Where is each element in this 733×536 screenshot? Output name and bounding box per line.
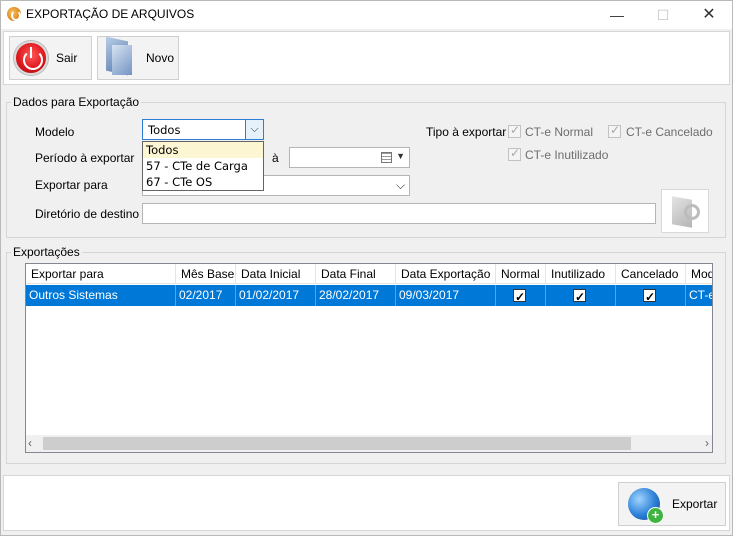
cell-exportar-para: Outros Sistemas — [26, 285, 176, 306]
dados-legend: Dados para Exportação — [11, 95, 142, 109]
cell-mod: CT-e — [686, 285, 712, 306]
exportacoes-grid[interactable]: Exportar para Mês Base Data Inicial Data… — [25, 263, 713, 453]
chevron-down-icon[interactable]: ⌵ — [245, 120, 263, 139]
exportar-button[interactable]: Exportar — [618, 482, 726, 526]
modelo-select[interactable]: Todos ⌵ — [142, 119, 264, 140]
ct-e-normal-checkbox[interactable] — [508, 123, 521, 138]
globe-add-icon — [628, 488, 664, 524]
novo-label: Novo — [146, 51, 175, 65]
calendar-icon[interactable] — [381, 152, 392, 163]
periodo-label: Período à exportar — [35, 151, 135, 165]
cell-data-final: 28/02/2017 — [316, 285, 396, 306]
cancelado-checkbox[interactable] — [643, 287, 656, 306]
diretorio-label: Diretório de destino — [35, 207, 140, 221]
dropdown-option[interactable]: Todos — [143, 142, 263, 158]
column-header[interactable]: Inutilizado — [546, 264, 616, 284]
grid-header: Exportar para Mês Base Data Inicial Data… — [26, 264, 712, 284]
horizontal-scrollbar[interactable]: ‹ › — [26, 435, 712, 452]
app-icon — [7, 7, 21, 21]
window-title: EXPORTAÇÃO DE ARQUIVOS — [26, 7, 195, 21]
table-row[interactable]: Outros Sistemas 02/2017 01/02/2017 28/02… — [26, 285, 712, 306]
column-header[interactable]: Exportar para — [26, 264, 176, 284]
cell-cancelado — [616, 285, 686, 306]
sair-button[interactable]: Sair — [9, 36, 92, 80]
ct-e-inutilizado-checkbox[interactable] — [508, 146, 521, 161]
ct-e-inutilizado-label: CT-e Inutilizado — [525, 148, 609, 162]
novo-button[interactable]: Novo — [97, 36, 179, 80]
maximize-button[interactable]: ☐ — [640, 1, 686, 29]
column-header[interactable]: Data Exportação — [396, 264, 496, 284]
ct-e-normal-label: CT-e Normal — [525, 125, 594, 139]
inutilizado-checkbox[interactable] — [573, 287, 586, 306]
browse-folder-button[interactable] — [661, 189, 709, 233]
normal-checkbox[interactable] — [513, 287, 526, 306]
power-icon — [14, 41, 48, 75]
date-end-picker[interactable]: ▼ — [289, 147, 410, 168]
sair-label: Sair — [56, 51, 78, 65]
ct-e-cancelado-label: CT-e Cancelado — [626, 125, 713, 139]
ct-e-cancelado-checkbox[interactable] — [608, 123, 621, 138]
scroll-left-icon[interactable]: ‹ — [28, 436, 32, 450]
cell-data-exportacao: 09/03/2017 — [396, 285, 496, 306]
export-window: EXPORTAÇÃO DE ARQUIVOS — ☐ ✕ Sair Novo D… — [0, 0, 733, 536]
dropdown-option[interactable]: 57 - CTe de Carga — [143, 158, 263, 174]
magnifier-icon — [684, 204, 700, 220]
scroll-thumb[interactable] — [43, 437, 631, 450]
scroll-right-icon[interactable]: › — [705, 436, 709, 450]
exportacoes-legend: Exportações — [11, 245, 82, 259]
column-header[interactable]: Cancelado — [616, 264, 686, 284]
chevron-down-icon[interactable]: ⌵ — [392, 176, 409, 195]
column-header[interactable]: Normal — [496, 264, 546, 284]
periodo-separator: à — [272, 151, 279, 165]
cell-inutilizado — [546, 285, 616, 306]
new-document-icon — [106, 39, 134, 77]
minimize-button[interactable]: — — [594, 1, 640, 29]
close-button[interactable]: ✕ — [686, 1, 732, 29]
exportar-para-label: Exportar para — [35, 178, 108, 192]
diretorio-input[interactable] — [142, 203, 656, 224]
title-bar: EXPORTAÇÃO DE ARQUIVOS — ☐ ✕ — [1, 1, 732, 29]
caret-down-icon[interactable]: ▼ — [396, 151, 405, 161]
tipo-label: Tipo à exportar — [426, 125, 507, 139]
column-header[interactable]: Data Inicial — [236, 264, 316, 284]
modelo-dropdown-list: Todos 57 - CTe de Carga 67 - CTe OS — [142, 141, 264, 191]
cell-data-inicial: 01/02/2017 — [236, 285, 316, 306]
exportar-label: Exportar — [672, 497, 718, 511]
toolbar: Sair Novo — [3, 31, 730, 85]
column-header[interactable]: Data Final — [316, 264, 396, 284]
cell-mes-base: 02/2017 — [176, 285, 236, 306]
footer-panel: Exportar — [3, 475, 730, 531]
modelo-value: Todos — [148, 123, 181, 137]
modelo-label: Modelo — [35, 125, 75, 139]
column-header[interactable]: Mod — [686, 264, 712, 284]
column-header[interactable]: Mês Base — [176, 264, 236, 284]
dropdown-option[interactable]: 67 - CTe OS — [143, 174, 263, 190]
cell-normal — [496, 285, 546, 306]
